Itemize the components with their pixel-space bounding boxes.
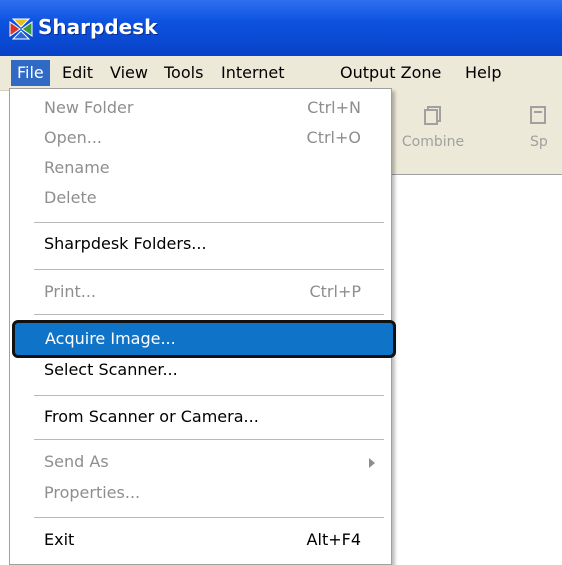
menu-item-delete[interactable]: Delete [10,183,391,213]
print-label: Print... [44,282,97,301]
new-folder-shortcut: Ctrl+N [307,98,361,117]
select-scanner-label: Select Scanner... [44,360,178,379]
menu-item-from-scanner-or-camera[interactable]: From Scanner or Camera... [10,402,391,432]
menu-view[interactable]: View [104,60,154,86]
menu-help[interactable]: Help [459,60,507,86]
menu-item-rename[interactable]: Rename [10,153,391,183]
combine-label: Combine [401,134,465,150]
split-label: Sp [530,134,548,150]
submenu-arrow-icon [369,458,375,468]
sharpdesk-window: Sharpdesk File Edit View Tools Internet … [0,0,562,565]
menu-edit[interactable]: Edit [56,60,99,86]
menu-bar: File Edit View Tools Internet Output Zon… [0,56,562,91]
menu-item-send-as[interactable]: Send As [10,447,391,477]
from-scanner-label: From Scanner or Camera... [44,407,259,426]
open-shortcut: Ctrl+O [306,128,361,147]
menu-item-exit[interactable]: Exit Alt+F4 [10,525,391,555]
rename-label: Rename [44,158,110,177]
title-bar[interactable]: Sharpdesk [0,0,562,56]
toolbar: Combine Sp [390,90,562,175]
sharpdesk-folders-label: Sharpdesk Folders... [44,234,207,253]
exit-shortcut: Alt+F4 [306,530,361,549]
menu-item-print[interactable]: Print... Ctrl+P [10,277,391,307]
menu-separator [34,314,384,315]
menu-item-sharpdesk-folders[interactable]: Sharpdesk Folders... [10,229,391,259]
menu-separator [34,222,384,223]
menu-file[interactable]: File [11,60,50,86]
menu-separator [34,439,384,440]
open-label: Open... [44,128,102,147]
delete-label: Delete [44,188,97,207]
print-shortcut: Ctrl+P [309,282,361,301]
menu-item-properties[interactable]: Properties... [10,478,391,508]
acquire-image-label: Acquire Image... [45,329,176,348]
window-title: Sharpdesk [38,15,158,39]
menu-tools[interactable]: Tools [158,60,209,86]
new-folder-label: New Folder [44,98,134,117]
menu-separator [34,395,384,396]
menu-item-acquire-image[interactable]: Acquire Image... [12,320,396,358]
menu-separator [34,269,384,270]
split-button[interactable]: Sp [520,104,560,164]
combine-icon [424,106,441,125]
combine-button[interactable]: Combine [398,104,468,164]
exit-label: Exit [44,530,75,549]
menu-item-select-scanner[interactable]: Select Scanner... [10,355,391,385]
menu-item-new-folder[interactable]: New Folder Ctrl+N [10,93,391,123]
sharpdesk-logo-icon [9,18,33,40]
menu-output-zone[interactable]: Output Zone [334,60,447,86]
send-as-label: Send As [44,452,109,471]
menu-internet[interactable]: Internet [215,60,291,86]
file-menu-dropdown: New Folder Ctrl+N Open... Ctrl+O Rename … [9,88,396,565]
properties-label: Properties... [44,483,141,502]
split-icon [530,106,546,124]
menu-item-open[interactable]: Open... Ctrl+O [10,123,391,153]
menu-separator [34,517,384,518]
